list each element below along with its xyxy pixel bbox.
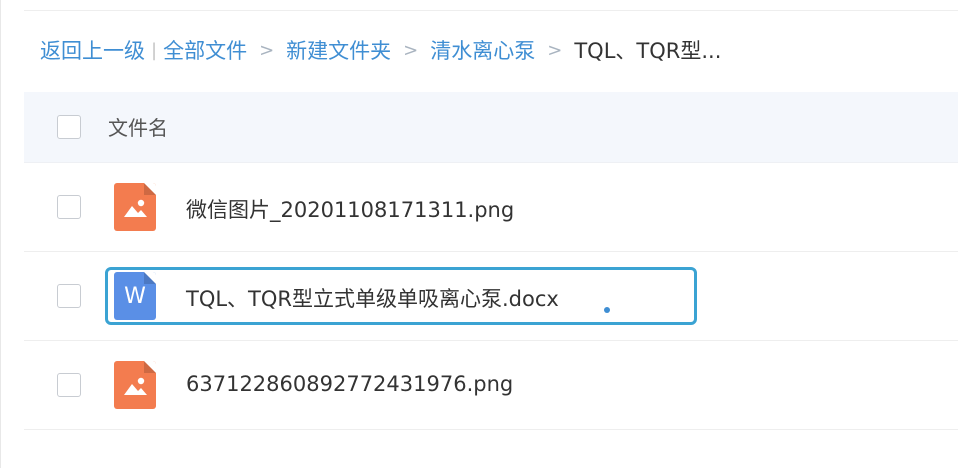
back-link[interactable]: 返回上一级: [40, 35, 145, 65]
select-all-checkbox[interactable]: [57, 115, 81, 139]
file-row[interactable]: 微信图片_20201108171311.png: [24, 163, 958, 252]
file-row[interactable]: 637122860892772431976.png: [24, 341, 958, 430]
breadcrumb-current: TQL、TQR型...: [574, 39, 722, 63]
breadcrumb: 返回上一级 | 全部文件 > 新建文件夹 > 清水离心泵 > TQL、TQR型.…: [40, 34, 721, 66]
left-border: [0, 0, 1, 468]
file-name[interactable]: 微信图片_20201108171311.png: [186, 194, 514, 224]
row-checkbox[interactable]: [57, 373, 81, 397]
breadcrumb-separator: >: [403, 39, 419, 61]
file-list-header: 文件名: [24, 92, 958, 163]
row-checkbox[interactable]: [57, 195, 81, 219]
breadcrumb-all-files[interactable]: 全部文件: [163, 35, 247, 65]
image-file-icon: [114, 183, 156, 231]
breadcrumb-separator: >: [259, 39, 275, 61]
row-checkbox[interactable]: [57, 284, 81, 308]
file-name[interactable]: 637122860892772431976.png: [186, 372, 513, 396]
breadcrumb-pipe: |: [151, 39, 158, 61]
selected-file-highlight[interactable]: [105, 267, 697, 325]
breadcrumb-separator: >: [547, 39, 563, 61]
top-toolbar-edge: [24, 0, 958, 11]
column-header-filename[interactable]: 文件名: [108, 112, 168, 141]
breadcrumb-new-folder[interactable]: 新建文件夹: [286, 35, 391, 65]
breadcrumb-centrifugal-pump[interactable]: 清水离心泵: [430, 35, 535, 65]
mouse-cursor-indicator: [604, 307, 610, 313]
image-file-icon: [114, 361, 156, 409]
